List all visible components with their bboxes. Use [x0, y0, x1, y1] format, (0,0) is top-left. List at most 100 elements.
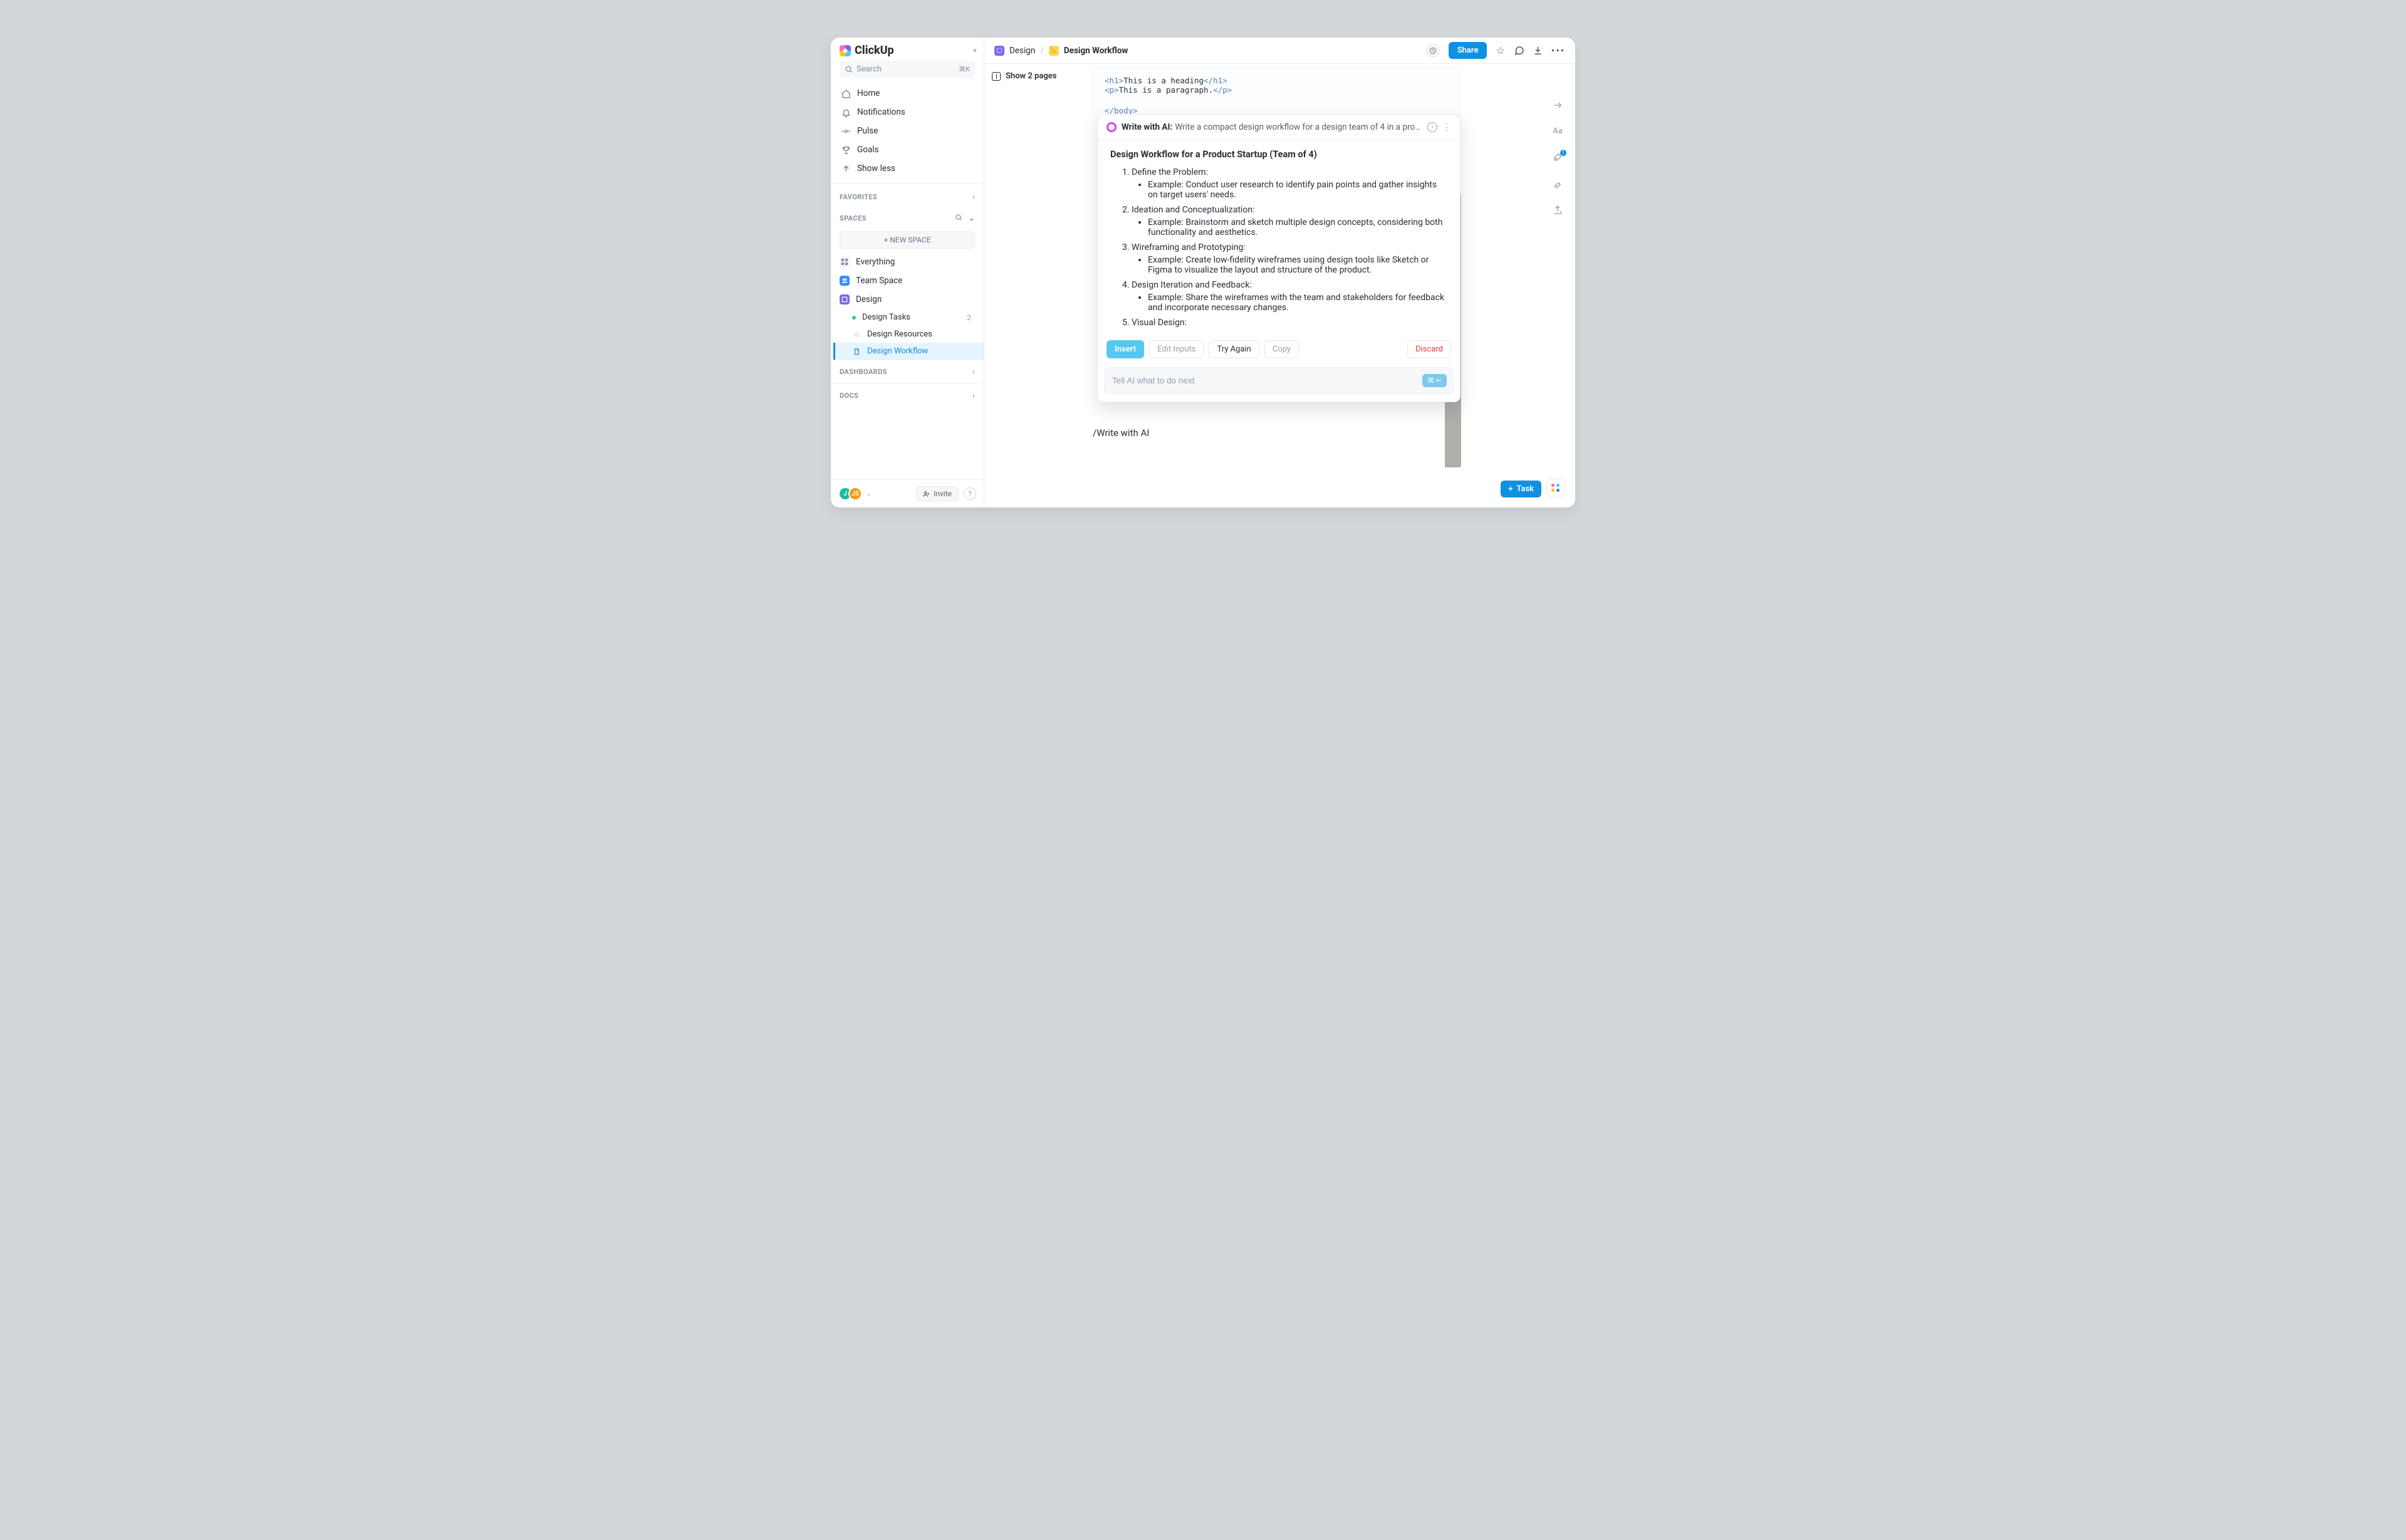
chevron-down-icon[interactable]: ⌄ [969, 214, 975, 222]
space-design[interactable]: Design [831, 290, 984, 309]
btn-label: Try Again [1217, 345, 1251, 354]
new-space-button[interactable]: + NEW SPACE [840, 231, 975, 249]
document-canvas[interactable]: <h1>This is a heading</h1> <p>This is a … [1088, 64, 1575, 507]
ai-title: Write with AI: [1122, 122, 1172, 132]
share-label: Share [1457, 46, 1479, 55]
favorites-section-title: FAVORITES [840, 193, 877, 201]
code-tag: <h1> [1105, 76, 1123, 85]
list-sub-item: Example: Create low-fidelity wireframes … [1148, 255, 1447, 275]
submit-shortcut[interactable]: ⌘ ↵ [1422, 374, 1447, 387]
spaces-section-title: SPACES [840, 214, 867, 222]
docs-section[interactable]: DOCS › [831, 383, 984, 407]
brand: ClickUp [840, 44, 894, 57]
doc-body: Show 2 pages <h1>This is a heading</h1> … [984, 64, 1575, 507]
list-icon: ○ [852, 330, 861, 339]
help-button[interactable]: ? [964, 487, 976, 500]
space-everything[interactable]: Everything [831, 252, 984, 271]
code-text: This is a heading [1123, 76, 1204, 85]
chevron-right-icon[interactable]: › [972, 192, 975, 201]
star-icon[interactable]: ☆ [1496, 44, 1504, 56]
nav-pulse[interactable]: Pulse [835, 122, 980, 140]
topbar: ▢ Design / 📐 Design Workflow Share ☆ ••• [984, 38, 1575, 64]
ai-logo-icon [1107, 122, 1117, 132]
btn-label: Copy [1273, 345, 1291, 354]
nav-label: Notifications [857, 107, 905, 117]
plus-icon: + [1508, 484, 1513, 494]
dashboards-section[interactable]: DASHBOARDS › [831, 360, 984, 383]
avatar: JS [848, 487, 862, 501]
nav-label: Home [857, 88, 880, 98]
discard-button[interactable]: Discard [1407, 340, 1451, 358]
create-task-button[interactable]: + Task [1501, 481, 1541, 497]
nav-home[interactable]: Home [835, 84, 980, 103]
tree-item-design-tasks[interactable]: Design Tasks 2 [833, 309, 984, 326]
comment-icon[interactable] [1514, 45, 1524, 56]
ai-followup-input[interactable] [1112, 376, 1417, 385]
nav-notifications[interactable]: Notifications [835, 103, 980, 122]
ai-write-modal: Write with AI: Write a compact design wo… [1097, 114, 1461, 402]
edit-inputs-button[interactable]: Edit Inputs [1149, 340, 1204, 358]
space-team[interactable]: Team Space [831, 271, 984, 290]
docs-title: DOCS [840, 392, 858, 400]
list-sub-item: Example: Conduct user research to identi… [1148, 180, 1447, 200]
collapse-sidebar-icon[interactable]: « [973, 46, 975, 55]
search-shortcut: ⌘K [959, 65, 970, 73]
chevron-right-icon: › [972, 392, 975, 400]
nav-goals[interactable]: Goals [835, 140, 980, 159]
invite-label: Invite [934, 489, 952, 498]
typography-button[interactable]: Aa [1553, 127, 1563, 136]
tree-item-design-workflow[interactable]: Design Workflow [833, 343, 984, 360]
insert-button[interactable]: Insert [1107, 340, 1144, 358]
list-item: Visual Design: [1132, 318, 1447, 328]
breadcrumb: ▢ Design / 📐 Design Workflow [994, 46, 1128, 56]
download-icon[interactable] [1533, 46, 1543, 55]
tree-item-design-resources[interactable]: ○ Design Resources [833, 326, 984, 343]
btn-label: Insert [1115, 345, 1136, 354]
arrow-up-icon [841, 164, 851, 174]
grid-icon [840, 257, 850, 267]
copy-button[interactable]: Copy [1264, 340, 1299, 358]
expand-icon[interactable] [1553, 100, 1563, 110]
export-icon[interactable] [1553, 205, 1563, 215]
task-button-label: Task [1516, 484, 1534, 494]
more-menu-button[interactable]: ••• [1551, 44, 1565, 56]
ai-output-heading: Design Workflow for a Product Startup (T… [1110, 149, 1447, 160]
history-button[interactable] [1426, 44, 1440, 58]
nav-label: Goals [857, 145, 879, 155]
code-tag: </h1> [1204, 76, 1227, 85]
show-pages-toggle[interactable]: Show 2 pages [992, 71, 1080, 81]
list-item-title: Ideation and Conceptualization: [1132, 205, 1254, 215]
bell-icon [841, 107, 851, 117]
chevron-down-icon: ⌄ [866, 491, 871, 497]
workspace-avatars[interactable]: J JS ⌄ [838, 487, 871, 501]
brand-logo-icon [840, 45, 851, 56]
nav-label: Show less [857, 164, 895, 174]
search-input[interactable]: Search ⌘K [840, 61, 975, 78]
app-center-button[interactable] [1546, 479, 1565, 497]
eyedropper-icon[interactable] [1553, 179, 1563, 189]
ai-followup-input-wrap: ⌘ ↵ [1104, 367, 1454, 394]
nav-show-less[interactable]: Show less [835, 159, 980, 178]
list-item-title: Design Iteration and Feedback: [1132, 280, 1252, 290]
info-icon[interactable]: i [1427, 122, 1437, 132]
ai-more-menu[interactable]: ⋮ [1442, 126, 1451, 128]
apps-grid-icon [1551, 484, 1560, 492]
status-dot-icon [852, 316, 856, 320]
slash-command-text: /Write with AI [1093, 427, 1149, 439]
search-icon[interactable] [955, 214, 962, 221]
btn-label: Edit Inputs [1157, 345, 1195, 354]
doc-icon [852, 347, 861, 356]
try-again-button[interactable]: Try Again [1209, 340, 1259, 358]
share-button[interactable]: Share [1449, 42, 1487, 59]
list-item: Ideation and Conceptualization: Example:… [1132, 205, 1447, 237]
breadcrumb-item[interactable]: Design [1009, 46, 1035, 56]
doc-emoji-icon: 📐 [1049, 46, 1059, 56]
invite-button[interactable]: Invite [916, 486, 959, 501]
list-item-title: Visual Design: [1132, 318, 1187, 328]
brand-name: ClickUp [855, 44, 894, 57]
btn-label: Discard [1415, 345, 1443, 354]
user-plus-icon [923, 491, 930, 497]
home-icon [841, 88, 851, 98]
ai-assist-button[interactable]: 1 [1553, 152, 1563, 162]
code-text: This is a paragraph. [1119, 85, 1214, 95]
